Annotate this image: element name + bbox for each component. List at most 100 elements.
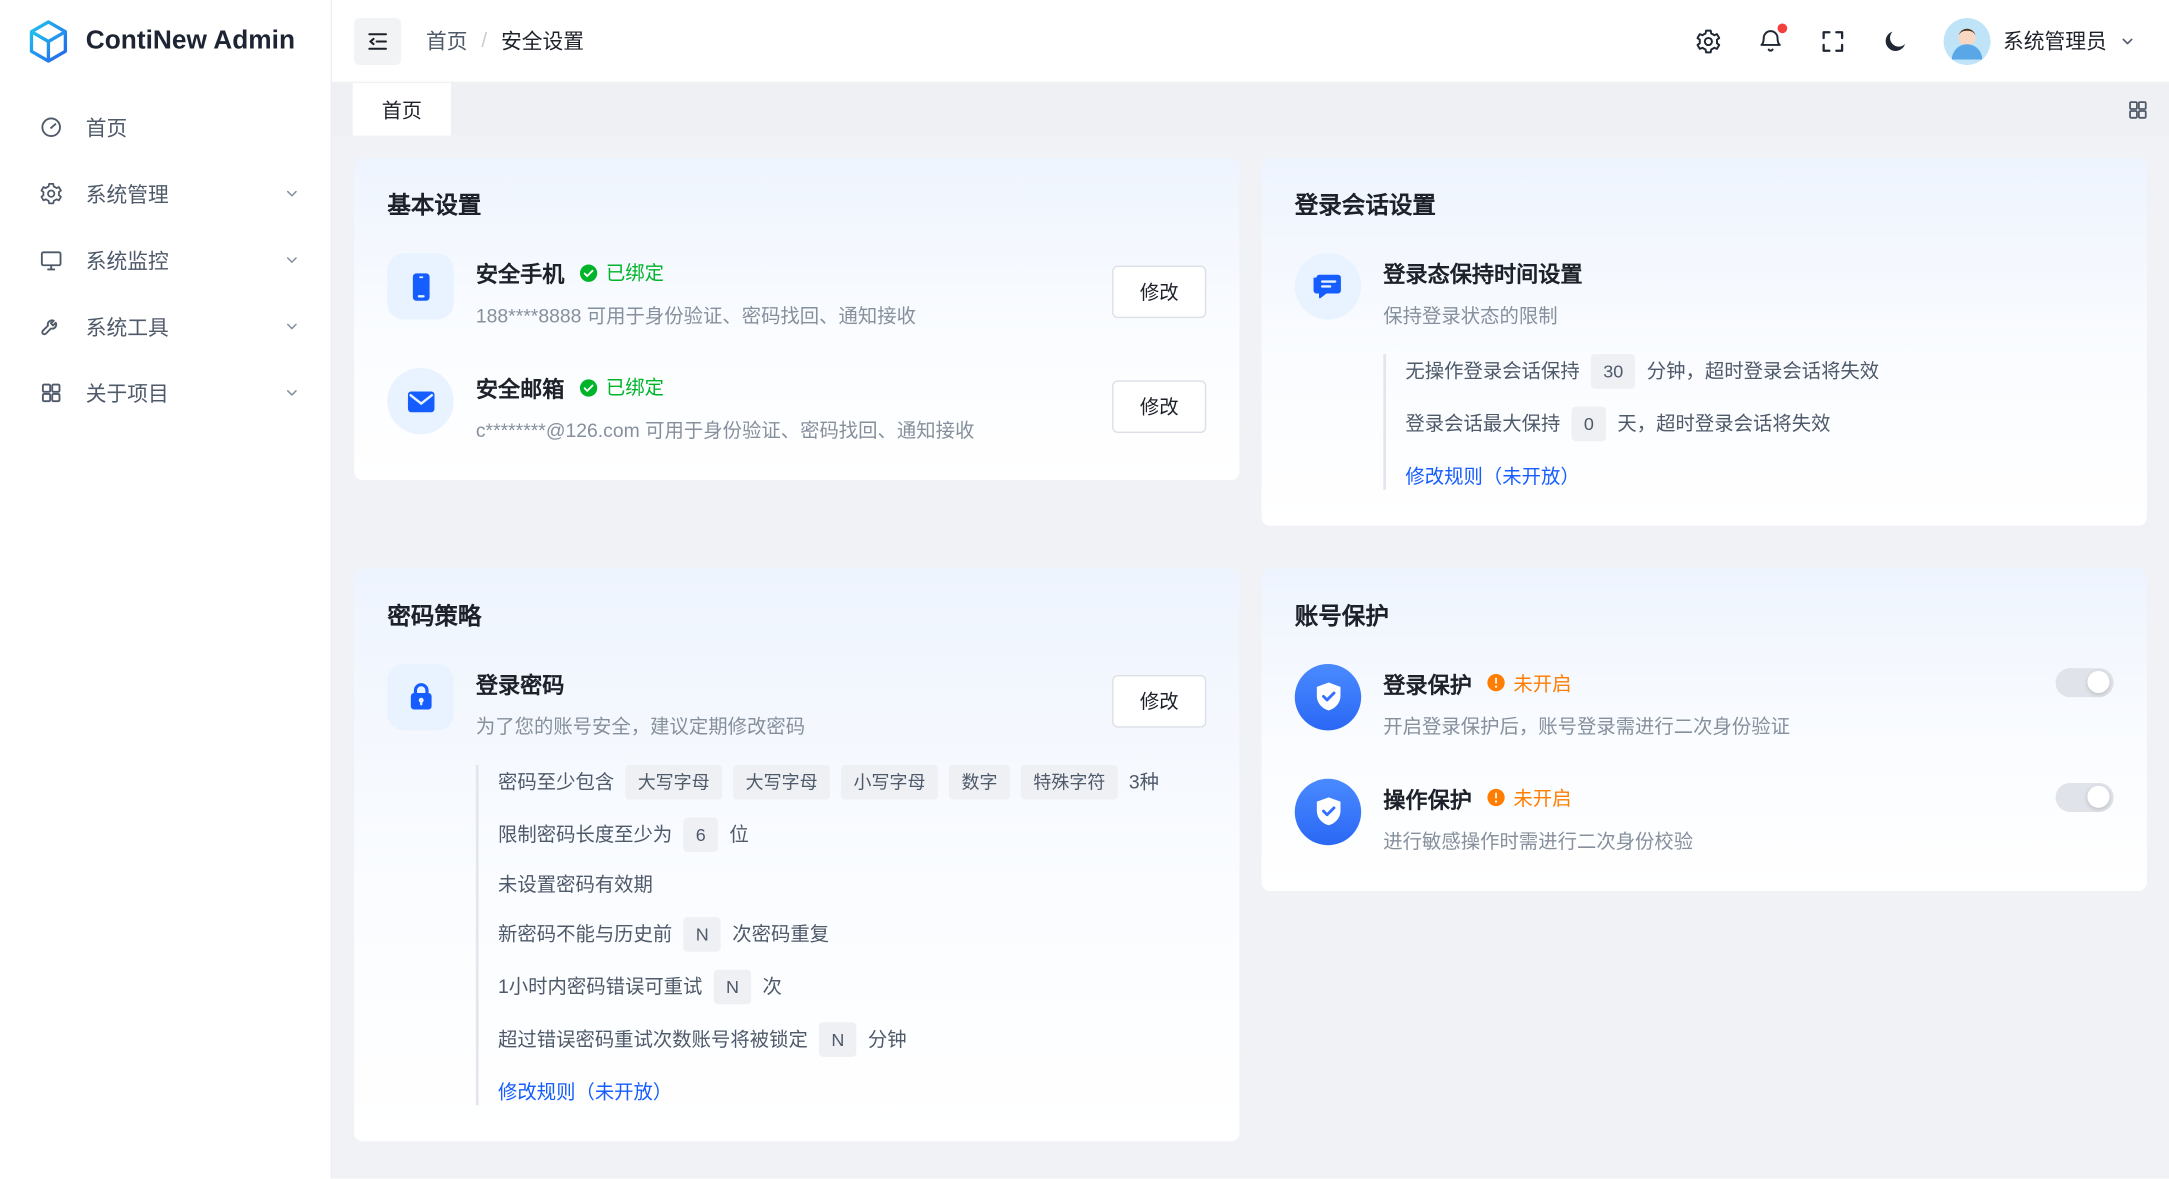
app-root: ContiNew Admin 首页系统管理系统监控系统工具关于项目 首页/安全设… — [0, 0, 2169, 1179]
sidebar-item-label: 首页 — [86, 113, 300, 142]
sidebar-item-label: 系统工具 — [86, 312, 262, 341]
basic-items: 安全手机已绑定188****8888 可用于身份验证、密码找回、通知接收修改安全… — [387, 253, 1206, 444]
password-rule-line: 超过错误密码重试次数账号将被锁定 N 分钟 — [498, 1022, 1206, 1057]
setting-desc: 保持登录状态的限制 — [1383, 303, 2113, 329]
user-menu[interactable]: 系统管理员 — [1944, 17, 2136, 64]
avatar — [1944, 17, 1991, 64]
status-badge: 未开启 — [1486, 784, 1572, 812]
sidebar-item-label: 系统监控 — [86, 246, 262, 275]
session-rule-line: 无操作登录会话保持30分钟，超时登录会话将失效 — [1405, 354, 2113, 389]
session-setting-row: 登录态保持时间设置 保持登录状态的限制 — [1295, 253, 2114, 329]
setting-desc: c********@126.com 可用于身份验证、密码找回、通知接收 — [476, 418, 1090, 444]
grid-icon[interactable] — [2126, 98, 2150, 122]
sidebar-item[interactable]: 关于项目 — [17, 362, 314, 423]
password-setting-row: 登录密码 为了您的账号安全，建议定期修改密码 修改 — [387, 663, 1206, 739]
monitor-icon — [39, 248, 64, 273]
modify-rules-link[interactable]: 修改规则（未开放） — [1405, 462, 2113, 490]
card-title: 登录会话设置 — [1295, 185, 2114, 220]
fullscreen-icon[interactable] — [1819, 27, 1847, 55]
row-body: 登录密码 为了您的账号安全，建议定期修改密码 — [476, 663, 1090, 739]
session-rule-line: 登录会话最大保持0天，超时登录会话将失效 — [1405, 407, 2113, 442]
rule-chip: 特殊字符 — [1021, 764, 1118, 799]
breadcrumb: 首页 / 安全设置 — [426, 26, 584, 55]
row-body: 安全邮箱已绑定c********@126.com 可用于身份验证、密码找回、通知… — [476, 368, 1090, 444]
status-label: 已绑定 — [606, 259, 664, 287]
setting-name: 安全手机 — [476, 256, 565, 289]
logo-icon — [25, 18, 72, 65]
rule-text: 限制密码长度至少为 — [498, 820, 672, 849]
logo-text: ContiNew Admin — [86, 26, 295, 56]
sidebar: ContiNew Admin 首页系统管理系统监控系统工具关于项目 — [0, 0, 332, 1179]
gear-icon[interactable] — [1695, 27, 1723, 55]
breadcrumb-separator: / — [481, 29, 487, 53]
setting-name: 操作保护 — [1383, 781, 1472, 814]
sidebar-item[interactable]: 系统管理 — [17, 163, 314, 224]
tab-item[interactable]: 首页 — [353, 83, 451, 136]
lock-icon — [387, 663, 453, 729]
password-rule-line: 限制密码长度至少为6位 — [498, 817, 1206, 852]
modify-button[interactable]: 修改 — [1112, 265, 1206, 318]
rule-text: 超过错误密码重试次数账号将被锁定 — [498, 1024, 808, 1053]
card-account-protection: 账号保护 登录保护未开启开启登录保护后，账号登录需进行二次身份验证操作保护未开启… — [1262, 568, 2147, 890]
password-rule-line: 未设置密码有效期 — [498, 870, 1206, 899]
setting-name: 登录保护 — [1383, 666, 1472, 699]
phone-icon — [387, 253, 453, 319]
breadcrumb-item: 安全设置 — [501, 26, 584, 55]
row-body: 登录态保持时间设置 保持登录状态的限制 — [1383, 253, 2113, 329]
rule-text: 未设置密码有效期 — [498, 870, 653, 899]
modify-button[interactable]: 修改 — [1112, 675, 1206, 728]
toggle-knob — [2087, 786, 2109, 808]
card-title: 账号保护 — [1295, 596, 2114, 631]
chevron-down-icon — [2119, 33, 2136, 50]
modify-button[interactable]: 修改 — [1112, 380, 1206, 433]
shield-check-icon — [1295, 778, 1361, 844]
row-body: 安全手机已绑定188****8888 可用于身份验证、密码找回、通知接收 — [476, 253, 1090, 329]
rule-chip: 数字 — [949, 764, 1010, 799]
rule-chip: N — [819, 1022, 857, 1057]
shield-check-icon — [1295, 663, 1361, 729]
protection-items: 登录保护未开启开启登录保护后，账号登录需进行二次身份验证操作保护未开启进行敏感操… — [1295, 663, 2114, 854]
bell-icon[interactable] — [1757, 27, 1785, 55]
menu-collapse-icon[interactable] — [354, 17, 401, 64]
tabbar: 首页 — [332, 83, 2169, 136]
status-badge: 未开启 — [1486, 669, 1572, 697]
setting-desc: 为了您的账号安全，建议定期修改密码 — [476, 713, 1090, 739]
toggle-switch[interactable] — [2056, 668, 2114, 697]
protection-setting-row: 登录保护未开启开启登录保护后，账号登录需进行二次身份验证 — [1295, 663, 2114, 739]
toggle-knob — [2087, 671, 2109, 693]
tools-icon — [39, 314, 64, 339]
card-basic-settings: 基本设置 安全手机已绑定188****8888 可用于身份验证、密码找回、通知接… — [354, 158, 1239, 480]
setting-desc: 进行敏感操作时需进行二次身份校验 — [1383, 828, 2033, 854]
password-rule-line: 密码至少包含大写字母大写字母小写字母数字特殊字符3种 — [498, 764, 1206, 799]
protection-setting-row: 操作保护 未开启进行敏感操作时需进行二次身份校验 — [1295, 778, 2114, 854]
status-label: 未开启 — [1513, 784, 1571, 812]
moon-icon[interactable] — [1881, 27, 1909, 55]
chevron-down-icon — [284, 185, 301, 202]
password-rule-line: 1小时内密码错误可重试N次 — [498, 969, 1206, 1004]
toggle-switch[interactable] — [2056, 782, 2114, 811]
notification-dot — [1778, 23, 1788, 33]
status-label: 未开启 — [1513, 669, 1571, 697]
rule-text: 天，超时登录会话将失效 — [1617, 409, 1830, 438]
user-name: 系统管理员 — [2003, 26, 2107, 55]
sidebar-item[interactable]: 系统监控 — [17, 230, 314, 291]
sidebar-item[interactable]: 首页 — [17, 97, 314, 158]
rule-chip: 大写字母 — [733, 764, 830, 799]
password-rule-line: 新密码不能与历史前N次密码重复 — [498, 917, 1206, 952]
basic-setting-row: 安全手机已绑定188****8888 可用于身份验证、密码找回、通知接收修改 — [387, 253, 1206, 329]
check-circle-icon — [578, 377, 599, 398]
rule-text: 分钟，超时登录会话将失效 — [1647, 357, 1879, 386]
rule-chip: 小写字母 — [841, 764, 938, 799]
rule-text: 分钟 — [868, 1024, 907, 1053]
modify-rules-link[interactable]: 修改规则（未开放） — [498, 1077, 1206, 1105]
row-body: 操作保护 未开启进行敏感操作时需进行二次身份校验 — [1383, 778, 2033, 854]
breadcrumb-item[interactable]: 首页 — [426, 26, 468, 55]
rule-chip: 30 — [1591, 354, 1636, 389]
main-column: 首页/安全设置 系统管理 — [332, 0, 2169, 1179]
sidebar-item[interactable]: 系统工具 — [17, 296, 314, 357]
logo: ContiNew Admin — [0, 0, 331, 83]
header-actions: 系统管理员 — [1695, 17, 2136, 64]
card-password-policy: 密码策略 登录密码 为了您的账号安全，建议定期修改密码 修改 密码至少包含大写字… — [354, 568, 1239, 1141]
password-rules: 密码至少包含大写字母大写字母小写字母数字特殊字符3种限制密码长度至少为6位未设置… — [498, 764, 1206, 1056]
status-badge: 已绑定 — [578, 373, 664, 401]
